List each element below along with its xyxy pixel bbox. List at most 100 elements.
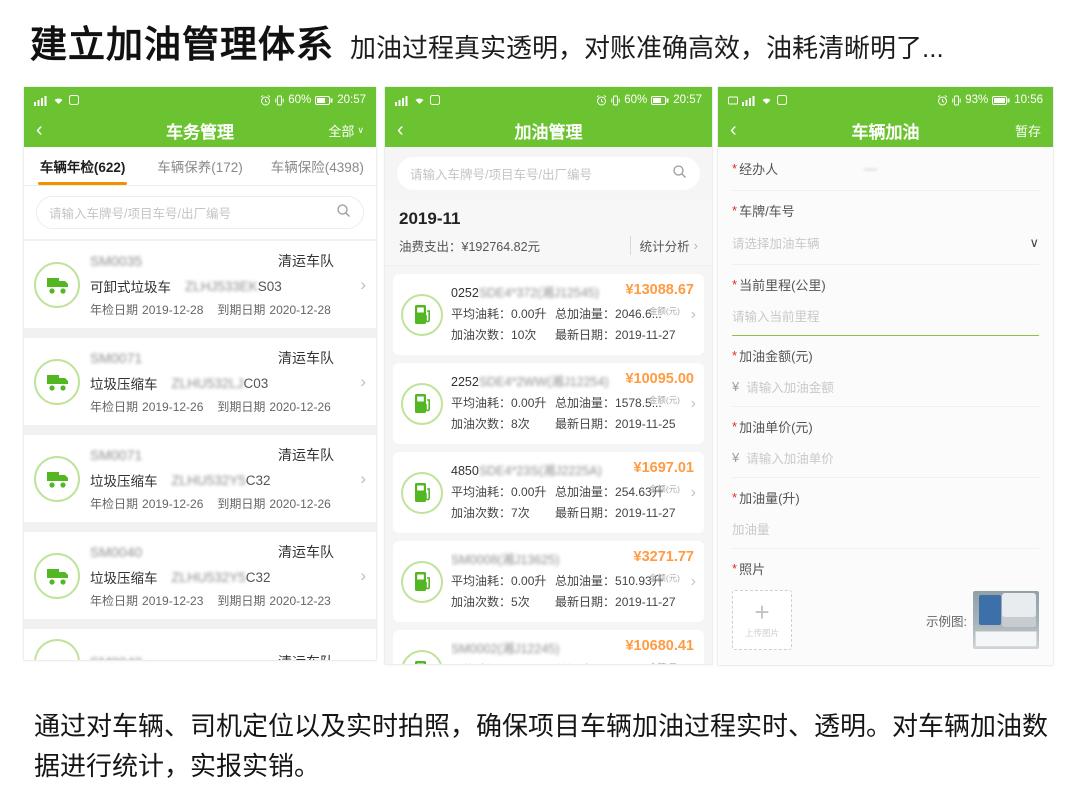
status-bar: 60% 20:57 [385,87,712,113]
vibrate-icon [611,95,620,106]
truck-icon [34,639,80,660]
expiry-date: 2020-12-28 [269,303,330,317]
fleet-name: 清运车队 [278,652,334,660]
amount-unit-note: 金额(元) [649,572,680,584]
statistics-analysis-link[interactable]: 统计分析› [630,236,698,255]
tab-bar: 车辆年检(622) 车辆保养(172) 车辆保险(4398) [24,147,376,186]
vehicle-select[interactable]: 请选择加油车辆 ∨ [732,224,1039,265]
search-icon [336,203,351,223]
expiry-date: 2020-12-26 [269,497,330,511]
search-placeholder: 请输入车牌号/项目车号/出厂编号 [410,164,672,183]
fuel-record-card[interactable]: 2252SDE4*2WW(湘J12254) 平均油耗：0.00升总加油量：157… [393,363,704,444]
chevron-right-icon: › [691,573,696,591]
page-subtitle: 加油过程真实透明，对账准确高效，油耗清晰明了... [350,28,944,65]
chevron-right-icon: › [691,395,696,413]
vehicle-type: 垃圾压缩车 [90,567,158,587]
vehicle-card[interactable]: SM0071清运车队 垃圾压缩车ZLHU532LJC03 年检日期2019-12… [24,338,376,425]
fuel-vehicle-code: 4850SDE4*23S(湘J2225A) [451,460,602,479]
vehicle-card[interactable]: SM0040清运车队 [24,629,376,660]
vehicle-card[interactable]: SM0035清运车队 可卸式垃圾车ZLHJ533EKS03 年检日期2019-1… [24,241,376,328]
expense-label: 油费支出： [399,236,462,255]
wifi-icon [760,95,773,105]
nav-bar: ‹ 车辆加油 暂存 [718,113,1053,147]
tab-maintenance[interactable]: 车辆保养(172) [141,147,258,185]
unit-price-input[interactable]: ¥ 请输入加油单价 [732,440,1039,478]
fuel-volume-input[interactable]: 加油量 [732,511,1039,549]
fuel-amount: ¥13088.67 [625,282,694,298]
chevron-right-icon: › [360,372,366,392]
tab-annual-inspection[interactable]: 车辆年检(622) [24,147,141,185]
chevron-right-icon: › [691,484,696,502]
upload-photo-button[interactable]: + 上传图片 [732,590,792,650]
search-area: 请输入车牌号/项目车号/出厂编号 [24,186,376,239]
fuel-record-card[interactable]: SM0002(湘J12245) 平均油耗：0.00升总加油量：1670.8...… [393,630,704,664]
yuan-symbol: ¥ [732,450,739,465]
fleet-name: 清运车队 [278,542,334,562]
vehicle-code: SM0035 [90,253,142,269]
vehicle-code: SM0071 [90,350,142,366]
fuel-pump-icon [401,650,443,665]
fuel-amount: ¥10095.00 [625,371,694,387]
truck-icon [34,553,80,599]
fuel-amount-input[interactable]: ¥ 请输入加油金额 [732,369,1039,407]
vehicle-type: 可卸式垃圾车 [90,276,171,296]
inspection-date: 2019-12-28 [142,303,203,317]
fuel-amount-placeholder: 请输入加油金额 [746,377,834,396]
nav-title: 加油管理 [385,118,712,143]
photo-section: + 上传图片 示例图: [732,582,1039,660]
headline: 建立加油管理体系 加油过程真实透明，对账准确高效，油耗清晰明了... [30,14,944,68]
vehicle-card[interactable]: SM0040清运车队 垃圾压缩车ZLHU532Y5C32 年检日期2019-12… [24,532,376,619]
fuel-vehicle-code: 0252SDE4*372(湘J12545) [451,282,599,301]
expiry-date: 2020-12-26 [269,400,330,414]
chevron-down-icon: ∨ [357,125,364,136]
plate-number: ZLHU532LJ [172,376,244,391]
chevron-right-icon: › [691,662,696,665]
phone-vehicle-management: 60% 20:57 ‹ 车务管理 全部∨ 车辆年检(622) 车辆保养(172)… [24,87,376,660]
example-photo [973,591,1039,649]
example-label: 示例图: [926,611,967,630]
save-draft-button[interactable]: 暂存 [1015,121,1041,140]
fuel-amount-label: * 加油金额(元) [732,336,1039,369]
fleet-name: 清运车队 [278,251,334,271]
mileage-input[interactable]: 请输入当前里程 [732,298,1039,336]
filter-all-button[interactable]: 全部∨ [328,121,364,140]
chevron-right-icon: › [360,275,366,295]
fuel-vehicle-code: 2252SDE4*2WW(湘J12254) [451,371,609,390]
status-time: 20:57 [337,94,366,106]
tab-insurance[interactable]: 车辆保险(4398) [259,147,376,185]
chevron-down-icon: ∨ [1029,235,1039,251]
signal-icon [34,95,48,106]
vehicle-card[interactable]: SM0071清运车队 垃圾压缩车ZLHU532Y5C32 年检日期2019-12… [24,435,376,522]
nav-bar: ‹ 车务管理 全部∨ [24,113,376,147]
signal-icon [395,95,409,106]
photo-label: * 照片 [732,549,1039,582]
fuel-volume-label: * 加油量(升) [732,478,1039,511]
plate-number: ZLHJ533EK [185,279,258,294]
search-input[interactable]: 请输入车牌号/项目车号/出厂编号 [397,157,700,190]
phone-refuel-form: 93% 10:56 ‹ 车辆加油 暂存 * 经办人 — * 车牌/车号 请选择加… [718,87,1053,665]
fuel-record-card[interactable]: SM0008(湘J13625) 平均油耗：0.00升总加油量：510.93升 加… [393,541,704,622]
footer-description: 通过对车辆、司机定位以及实时拍照，确保项目车辆加油过程实时、透明。对车辆加油数据… [34,706,1050,787]
signal-icon [742,95,756,106]
nav-title: 车务管理 [24,118,376,143]
fuel-amount: ¥3271.77 [634,549,694,565]
search-input[interactable]: 请输入车牌号/项目车号/出厂编号 [36,196,364,229]
chevron-right-icon: › [360,566,366,586]
chevron-right-icon: › [360,469,366,489]
battery-icon [992,96,1010,105]
fuel-record-list: 0252SDE4*372(湘J12545) 平均油耗：0.00升总加油量：204… [385,266,712,664]
fuel-record-card[interactable]: 4850SDE4*23S(湘J2225A) 平均油耗：0.00升总加油量：254… [393,452,704,533]
expense-value: ¥192764.82元 [462,236,541,255]
inspection-date: 2019-12-23 [142,594,203,608]
fuel-amount: ¥10680.41 [625,638,694,654]
amount-unit-note: 金额(元) [649,661,680,664]
refuel-form: * 经办人 — * 车牌/车号 请选择加油车辆 ∨ * 当前里程(公里) 请输入… [718,147,1053,660]
example-area: 示例图: [926,591,1039,649]
vehicle-code: SM0071 [90,447,142,463]
vibrate-icon [952,95,961,106]
fuel-record-card[interactable]: 0252SDE4*372(湘J12545) 平均油耗：0.00升总加油量：204… [393,274,704,355]
wifi-icon [413,95,426,105]
alarm-icon [260,95,271,106]
amount-unit-note: 金额(元) [649,483,680,495]
plus-icon: + [754,601,769,623]
